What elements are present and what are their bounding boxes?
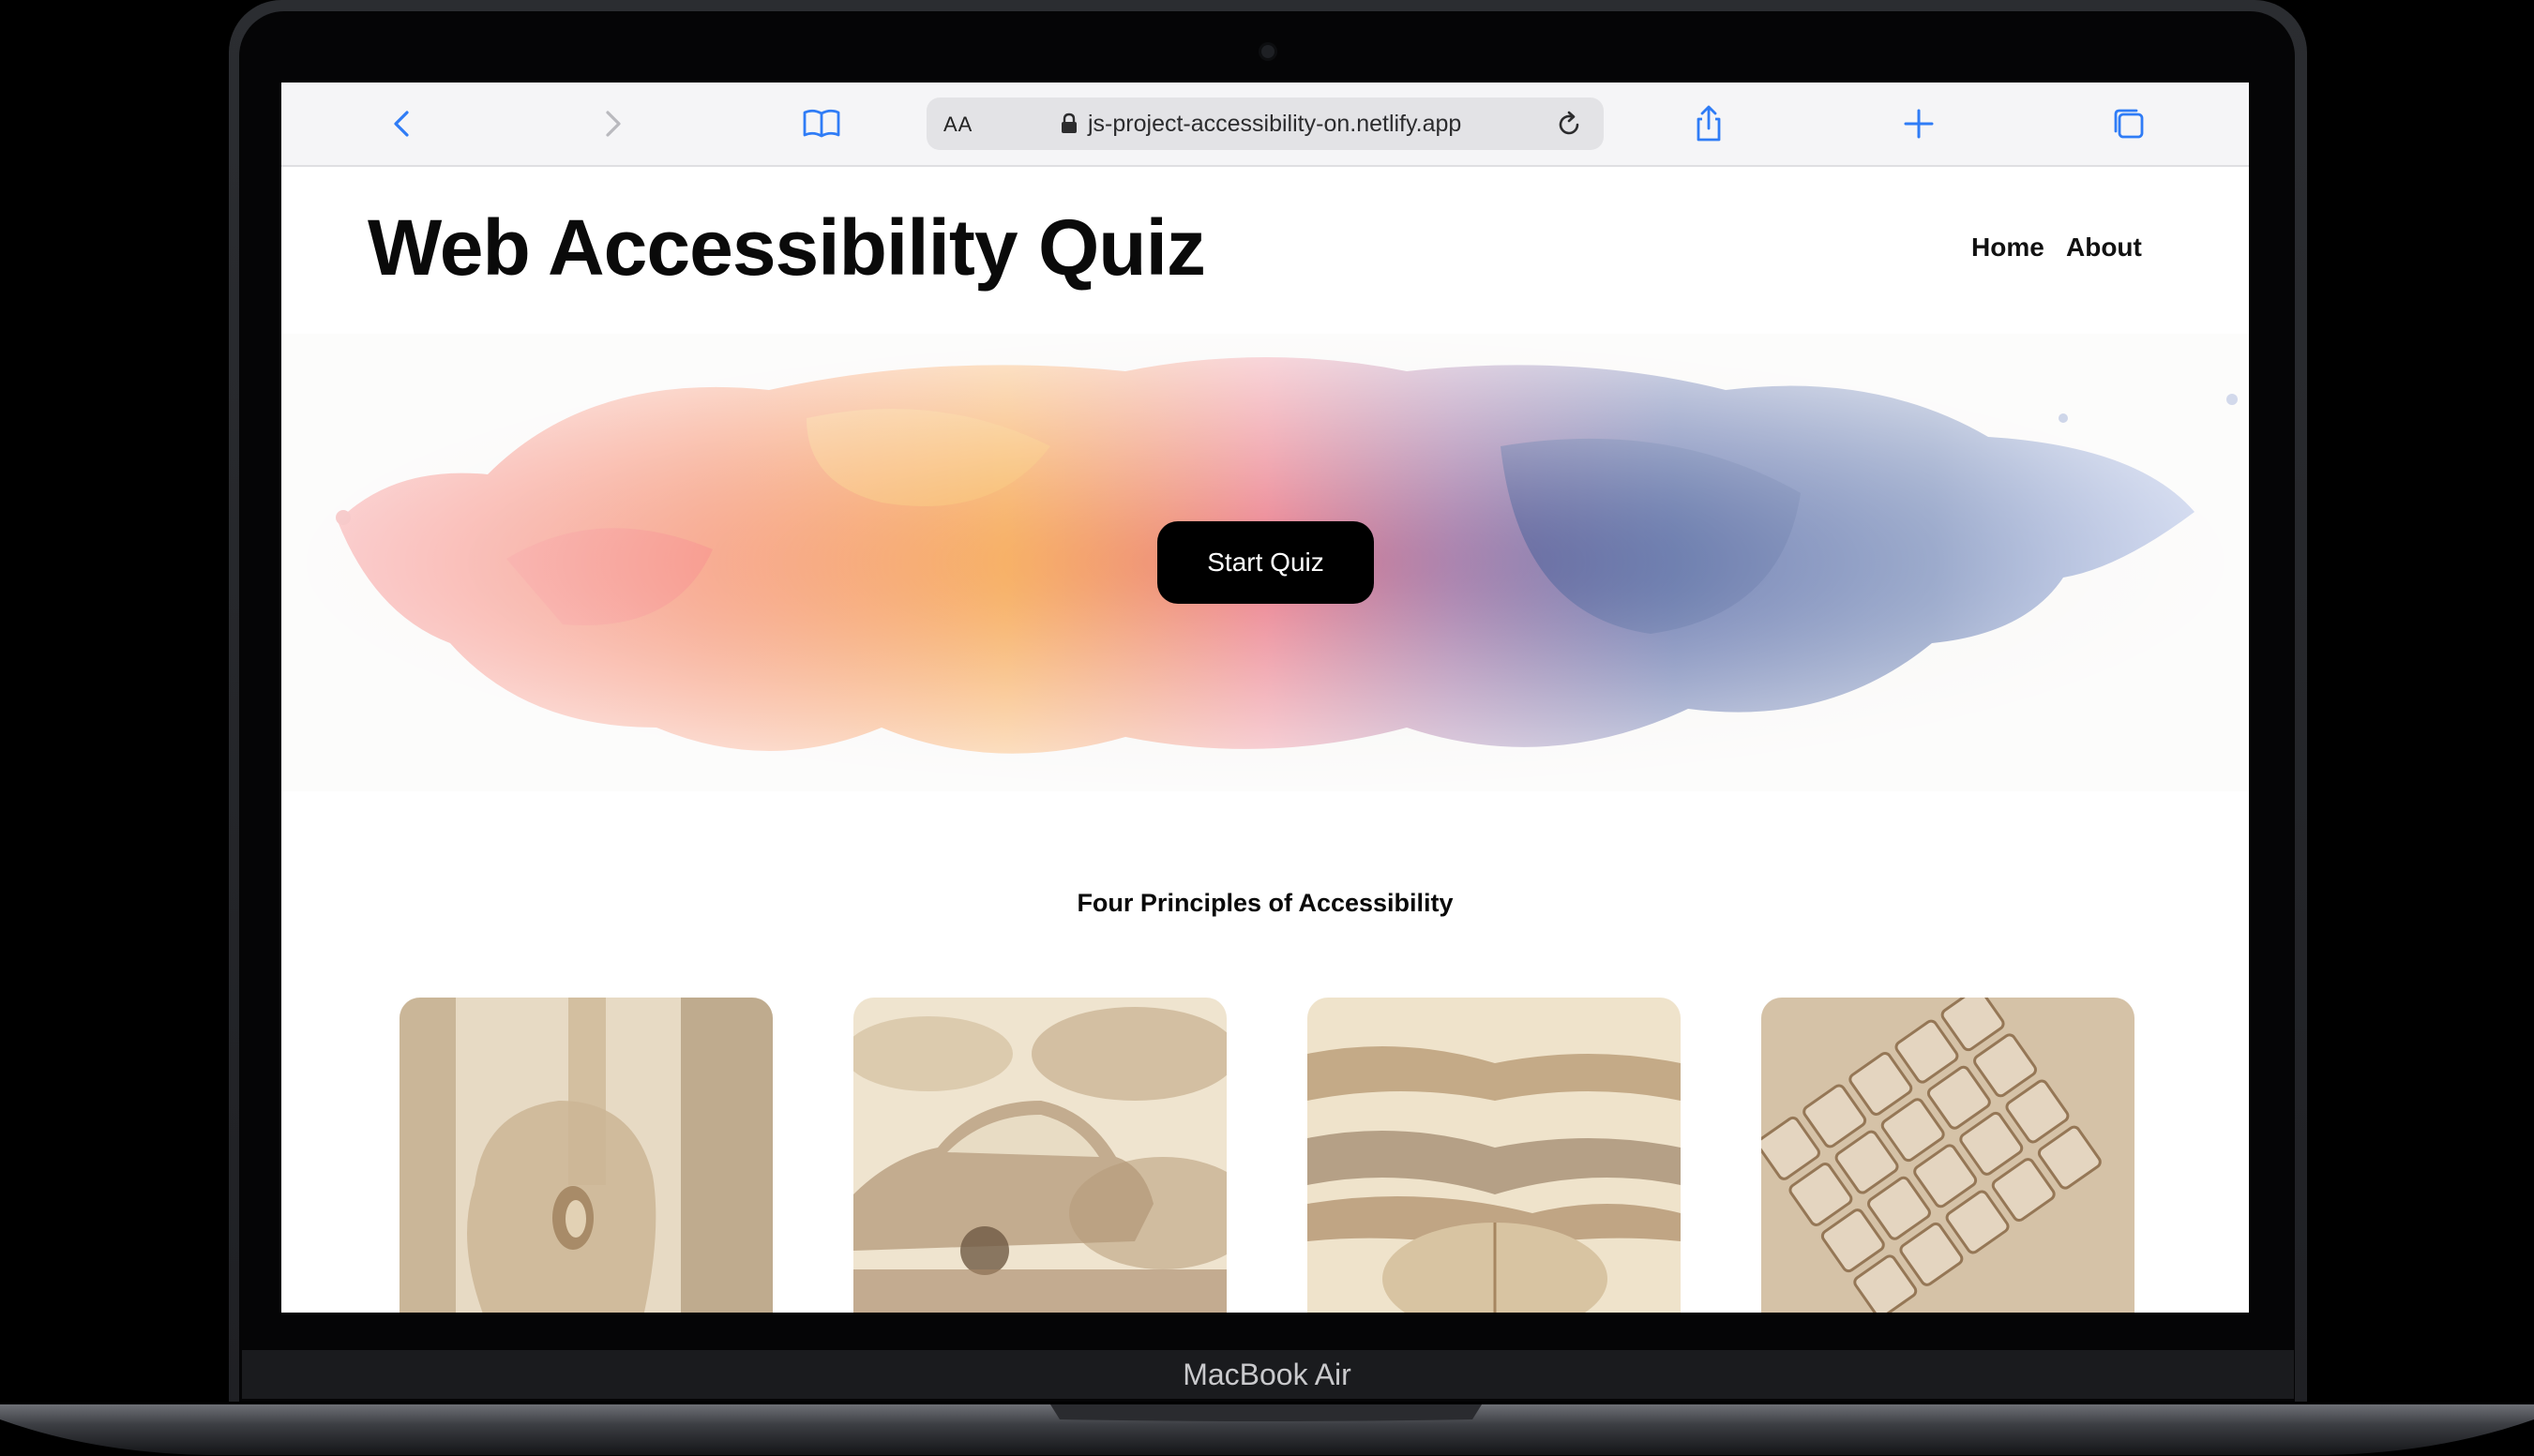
laptop-base — [0, 1399, 2534, 1456]
page-title: Web Accessibility Quiz — [368, 203, 1206, 292]
start-quiz-button[interactable]: Start Quiz — [1157, 521, 1374, 604]
principle-card-robust[interactable] — [1761, 998, 2134, 1313]
tabs-overview-button[interactable] — [2106, 101, 2151, 146]
forward-button[interactable] — [589, 101, 634, 146]
nav-about-link[interactable]: About — [2066, 233, 2142, 263]
lock-icon — [1062, 113, 1077, 133]
device-label: MacBook Air — [1183, 1358, 1351, 1391]
reload-icon[interactable] — [1553, 109, 1585, 141]
share-icon — [1697, 105, 1721, 142]
url-text: js-project-accessibility-on.netlify.app — [1088, 111, 1462, 137]
address-bar[interactable]: AA js-project-accessibility-on.netlify.a… — [927, 98, 1604, 150]
principle-card-perceivable[interactable] — [400, 998, 773, 1313]
back-icon — [394, 111, 409, 137]
principle-card-understandable[interactable] — [1307, 998, 1681, 1313]
back-button[interactable] — [381, 101, 426, 146]
bookmarks-button[interactable] — [799, 101, 844, 146]
forward-icon — [606, 111, 621, 137]
section-heading: Four Principles of Accessibility — [1077, 889, 1454, 917]
head-ear-illustration — [400, 998, 773, 1313]
car-illustration — [853, 998, 1227, 1313]
hero-banner: Start Quiz — [281, 334, 2249, 791]
new-tab-button[interactable] — [1896, 101, 1941, 146]
brain-illustration — [1307, 998, 1681, 1313]
tabs-icon — [2114, 109, 2144, 139]
camera — [1261, 45, 1275, 58]
principle-card-operable[interactable] — [853, 998, 1227, 1313]
nav-home-link[interactable]: Home — [1971, 233, 2044, 263]
new-tab-icon — [1904, 109, 1934, 139]
browser-toolbar: AA js-project-accessibility-on.netlify.a… — [281, 83, 2249, 167]
bookmarks-icon — [803, 109, 840, 138]
text-size-button[interactable]: AA — [943, 113, 973, 137]
share-button[interactable] — [1686, 101, 1731, 146]
browser-window: AA js-project-accessibility-on.netlify.a… — [281, 83, 2249, 1313]
keyboard-illustration — [1761, 998, 2134, 1313]
